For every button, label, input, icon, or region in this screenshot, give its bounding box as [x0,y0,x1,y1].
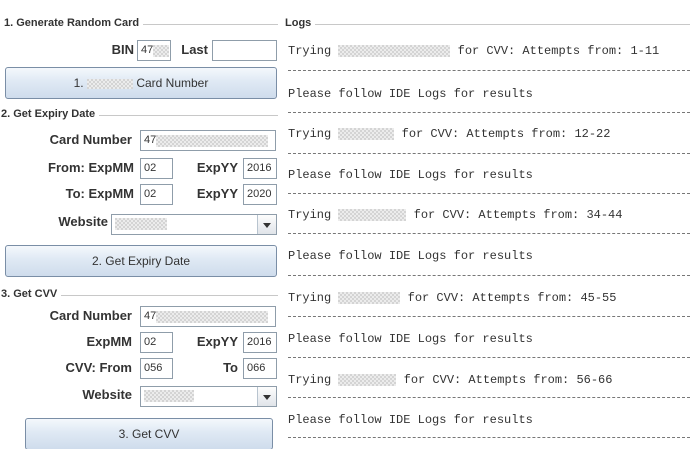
last-field[interactable] [212,40,277,61]
expiry-from-label: From: ExpMM [48,160,134,175]
cvv-card-number-label: Card Number [49,308,132,323]
expiry-from-yy-label: ExpYY [196,160,238,175]
log-separator [288,70,690,71]
expiry-card-number-value: 47 [144,134,157,146]
expiry-to-mm-field[interactable]: 02 [140,184,173,205]
cvv-expmm-label: ExpMM [86,334,133,349]
log-separator [288,153,690,154]
log-separator [288,112,690,113]
generate-button-prefix: 1. [73,76,84,90]
bin-value: 47 [141,44,154,56]
cvv-card-number-redaction [156,310,269,323]
log-line: Trying for CVV: Attempts from: 1-11 [288,44,660,58]
expiry-website-select[interactable] [111,214,277,235]
cvv-expmm-field[interactable]: 02 [140,332,173,353]
cvv-website-label: Website [82,387,132,402]
cvv-website-redaction [144,390,194,402]
log-separator [288,193,690,194]
card-redaction [338,44,451,57]
expiry-card-number-label: Card Number [49,132,132,147]
cvv-from-label: CVV: From [65,360,132,375]
bin-redaction [153,44,170,57]
card-redaction [338,373,397,386]
generate-button-redaction [86,78,133,89]
log-line: Please follow IDE Logs for results [288,413,533,427]
generate-button-suffix: Card Number [136,76,209,90]
log-line: Trying for CVV: Attempts from: 12-22 [288,127,611,141]
logs-panel[interactable]: Trying for CVV: Attempts from: 1-11 Plea… [284,36,690,449]
generate-card-number-button[interactable]: 1. Card Number [5,67,277,99]
log-separator [288,275,690,276]
expiry-to-yy-label: ExpYY [196,186,238,201]
log-line: Trying for CVV: Attempts from: 34-44 [288,208,623,222]
bin-field[interactable]: 47 [137,40,171,61]
chevron-down-icon[interactable] [257,215,276,234]
get-expiry-date-button[interactable]: 2. Get Expiry Date [5,245,277,277]
expiry-card-number-redaction [156,134,269,147]
card-redaction [338,291,401,304]
card-redaction [338,208,407,221]
expiry-to-yy-field[interactable]: 2020 [243,184,277,205]
last-label: Last [181,42,208,57]
log-line: Trying for CVV: Attempts from: 56-66 [288,373,613,387]
card-redaction [338,127,395,140]
log-line: Trying for CVV: Attempts from: 45-55 [288,291,617,305]
log-line: Please follow IDE Logs for results [288,249,533,263]
section-cvv-title: 3. Get CVV [1,288,62,300]
cvv-website-select[interactable] [140,386,277,407]
log-separator [288,397,690,398]
expiry-from-yy-field[interactable]: 2016 [243,158,277,179]
log-separator [288,357,690,358]
log-line: Please follow IDE Logs for results [288,332,533,346]
expiry-from-mm-field[interactable]: 02 [140,158,173,179]
cvv-from-field[interactable]: 056 [140,358,173,379]
cvv-card-number-field[interactable]: 47 [140,306,276,327]
section-expiry-title: 2. Get Expiry Date [1,108,100,120]
log-separator [288,437,690,438]
cvv-to-label: To [223,360,238,375]
expiry-website-redaction [115,218,167,230]
logs-border [285,24,690,25]
expiry-website-label: Website [58,214,108,229]
chevron-down-icon[interactable] [257,387,276,406]
log-line: Please follow IDE Logs for results [288,168,533,182]
cvv-expyy-field[interactable]: 2016 [243,332,277,353]
expiry-card-number-field[interactable]: 47 [140,130,276,151]
log-separator [288,233,690,234]
expiry-to-label: To: ExpMM [65,186,134,201]
bin-label: BIN [111,42,134,57]
section-generate-title: 1. Generate Random Card [4,17,144,29]
cvv-to-field[interactable]: 066 [243,358,277,379]
cvv-expyy-label: ExpYY [196,334,238,349]
logs-title: Logs [285,17,316,29]
cvv-card-number-value: 47 [144,310,157,322]
get-cvv-button[interactable]: 3. Get CVV [25,418,273,449]
log-separator [288,316,690,317]
log-line: Please follow IDE Logs for results [288,87,533,101]
